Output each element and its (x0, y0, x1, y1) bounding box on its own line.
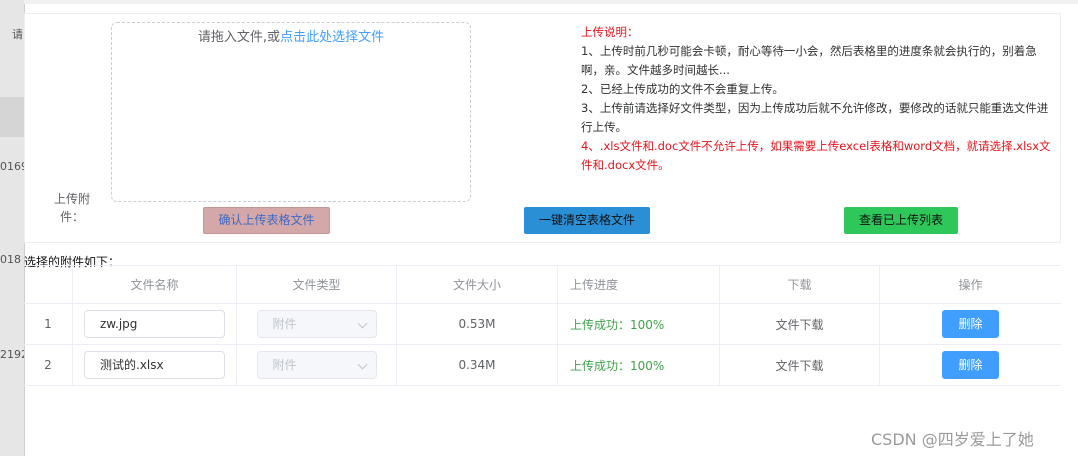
upload-progress-cell: 上传成功：100% (558, 345, 720, 385)
file-download-link[interactable]: 文件下载 (720, 345, 880, 385)
csdn-watermark: CSDN @四岁爱上了她 (871, 430, 1034, 449)
instruction-item: 3、上传前请选择好文件类型，因为上传成功后就不允许修改，要修改的话就只能重选文件… (581, 101, 1049, 134)
file-name-cell: zw.jpg (73, 304, 237, 344)
chevron-down-icon (357, 359, 367, 370)
action-cell: 删除 (880, 345, 1061, 385)
dropzone-hint: 请拖入文件,或点击此处选择文件 (112, 26, 470, 45)
confirm-upload-button[interactable]: 确认上传表格文件 (203, 207, 330, 234)
delete-button[interactable]: 删除 (942, 310, 999, 338)
column-header-type: 文件类型 (237, 266, 397, 303)
file-name-input[interactable]: zw.jpg (84, 310, 225, 338)
instruction-item: 2、已经上传成功的文件不会重复上传。 (581, 82, 784, 96)
dropzone-hint-text: 请拖入文件,或 (197, 30, 281, 45)
instructions-title: 上传说明： (581, 25, 639, 39)
column-header-index (24, 266, 73, 303)
upload-progress-status: 上传成功：100% (570, 317, 665, 332)
file-type-select[interactable]: 附件 (256, 351, 377, 379)
table-header: 文件名称 文件类型 文件大小 上传进度 下载 操作 (24, 266, 1061, 304)
table-row: 2 测试的.xlsx 附件 0.34M 上传成功：100% 文件下载 删除 (24, 345, 1061, 386)
column-header-progress: 上传进度 (558, 266, 720, 303)
file-type-cell: 附件 (237, 345, 397, 385)
file-name-input[interactable]: 测试的.xlsx (84, 351, 225, 379)
file-name-cell: 测试的.xlsx (73, 345, 237, 385)
view-uploaded-list-button[interactable]: 查看已上传列表 (844, 207, 958, 234)
column-header-download: 下载 (720, 266, 880, 303)
action-cell: 删除 (880, 304, 1061, 344)
column-header-size: 文件大小 (397, 266, 558, 303)
table-row: 1 zw.jpg 附件 0.53M 上传成功：100% 文件下载 删除 (24, 304, 1061, 345)
column-header-name: 文件名称 (73, 266, 237, 303)
row-index: 1 (24, 304, 73, 344)
clear-files-button[interactable]: 一键清空表格文件 (524, 207, 650, 234)
chevron-down-icon (357, 318, 367, 329)
background-cell: 请 (12, 28, 23, 41)
row-index: 2 (24, 345, 73, 385)
file-type-value: 附件 (272, 358, 297, 372)
background-cell: 018 (0, 253, 21, 266)
instruction-item-warning: 4、.xls文件和.doc文件不允许上传，如果需要上传excel表格和word文… (581, 139, 1051, 172)
background-row-band (0, 97, 24, 137)
file-download-link[interactable]: 文件下载 (720, 304, 880, 344)
file-type-select[interactable]: 附件 (256, 310, 377, 338)
column-header-action: 操作 (958, 278, 983, 292)
file-dropzone[interactable]: 请拖入文件,或点击此处选择文件 (111, 22, 471, 202)
delete-button[interactable]: 删除 (942, 351, 999, 379)
upload-progress-status: 上传成功：100% (570, 358, 665, 373)
upload-instructions: 上传说明： 1、上传时前几秒可能会卡顿，耐心等待一小会，然后表格里的进度条就会执… (581, 23, 1053, 175)
instruction-item: 1、上传时前几秒可能会卡顿，耐心等待一小会，然后表格里的进度条就会执行的，别着急… (581, 44, 1037, 77)
upload-attachment-label: 上传附件： (53, 192, 90, 224)
upload-progress-cell: 上传成功：100% (558, 304, 720, 344)
file-type-value: 附件 (272, 317, 297, 331)
dialog-top-edge (24, 0, 1078, 4)
select-file-link[interactable]: 点击此处选择文件 (280, 30, 384, 45)
background-page: 请 0169 018 2192 (0, 0, 28, 456)
file-size: 0.34M (397, 345, 558, 385)
attachments-table: 文件名称 文件类型 文件大小 上传进度 下载 操作 1 zw.jpg 附件 0.… (24, 265, 1061, 386)
file-type-cell: 附件 (237, 304, 397, 344)
file-size: 0.53M (397, 304, 558, 344)
